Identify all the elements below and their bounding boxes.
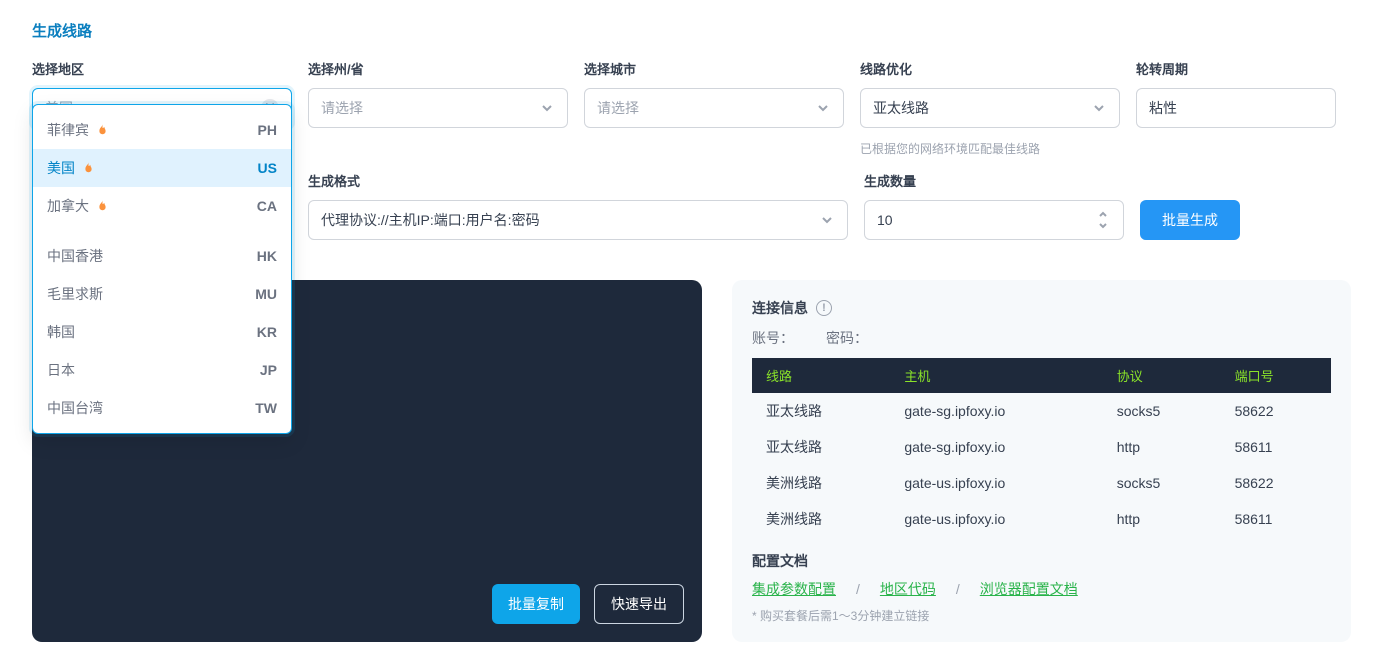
region-option[interactable]: 韩国KR [33,313,291,351]
city-label: 选择城市 [584,59,844,78]
region-option[interactable]: 中国台湾TW [33,389,291,427]
rotate-value: 粘性 [1149,98,1177,118]
col-protocol: 协议 [1103,358,1221,393]
route-opt-value: 亚太线路 [873,98,929,118]
state-select[interactable]: 请选择 [308,88,568,128]
state-placeholder: 请选择 [321,98,363,118]
qty-decrement[interactable] [1095,220,1111,232]
table-row: 美洲线路gate-us.ipfoxy.iohttp58611 [752,501,1331,537]
info-note: * 购买套餐后需1～3分钟建立链接 [752,607,1331,624]
fire-icon [81,161,96,176]
link-region-code[interactable]: 地区代码 [880,579,936,599]
region-label: 选择地区 [32,59,292,78]
fire-icon [95,199,110,214]
generate-button[interactable]: 批量生成 [1140,200,1240,240]
batch-copy-button[interactable]: 批量复制 [492,584,580,624]
chevron-down-icon [815,100,831,116]
state-label: 选择州/省 [308,59,568,78]
table-row: 美洲线路gate-us.ipfoxy.iosocks558622 [752,465,1331,501]
qty-label: 生成数量 [864,171,1124,190]
region-dropdown[interactable]: 菲律宾PH美国US加拿大CA 中国香港HK毛里求斯MU韩国KR日本JP中国台湾TW [32,104,292,434]
format-select[interactable]: 代理协议://主机IP:端口:用户名:密码 [308,200,848,240]
qty-value: 10 [877,212,893,228]
doc-title: 配置文档 [752,551,1331,571]
quick-export-button[interactable]: 快速导出 [594,584,684,624]
chevron-down-icon [1091,100,1107,116]
account-label: 账号： [752,328,794,348]
info-title: 连接信息 [752,298,808,318]
table-row: 亚太线路gate-sg.ipfoxy.iosocks558622 [752,393,1331,429]
chevron-down-icon [819,212,835,228]
region-option[interactable]: 中国香港HK [33,237,291,275]
rotate-select[interactable]: 粘性 [1136,88,1336,128]
page-title: 生成线路 [32,20,1351,41]
info-icon[interactable]: ! [816,300,832,316]
region-option[interactable]: 加拿大CA [33,187,291,225]
chevron-down-icon [539,100,555,116]
link-params[interactable]: 集成参数配置 [752,579,836,599]
region-option[interactable]: 美国US [33,149,291,187]
route-opt-label: 线路优化 [860,59,1120,78]
password-label: 密码： [826,328,868,348]
link-browser[interactable]: 浏览器配置文档 [980,579,1078,599]
qty-increment[interactable] [1095,208,1111,220]
city-placeholder: 请选择 [597,98,639,118]
rotate-label: 轮转周期 [1136,59,1336,78]
region-option[interactable]: 菲律宾PH [33,111,291,149]
table-row: 亚太线路gate-sg.ipfoxy.iohttp58611 [752,429,1331,465]
col-host: 主机 [890,358,1102,393]
fire-icon [95,123,110,138]
city-select[interactable]: 请选择 [584,88,844,128]
region-option[interactable]: 日本JP [33,351,291,389]
format-value: 代理协议://主机IP:端口:用户名:密码 [321,210,540,230]
connection-info-panel: 连接信息 ! 账号： 密码： 线路 主机 协议 端口号 亚太线路gate-sg.… [732,280,1351,642]
connection-table: 线路 主机 协议 端口号 亚太线路gate-sg.ipfoxy.iosocks5… [752,358,1331,537]
qty-input[interactable]: 10 [864,200,1124,240]
separator: / [856,581,860,597]
route-opt-select[interactable]: 亚太线路 [860,88,1120,128]
col-route: 线路 [752,358,890,393]
region-option[interactable]: 毛里求斯MU [33,275,291,313]
format-label: 生成格式 [308,171,848,190]
separator: / [956,581,960,597]
col-port: 端口号 [1221,358,1331,393]
route-hint: 已根据您的网络环境匹配最佳线路 [860,140,1120,157]
